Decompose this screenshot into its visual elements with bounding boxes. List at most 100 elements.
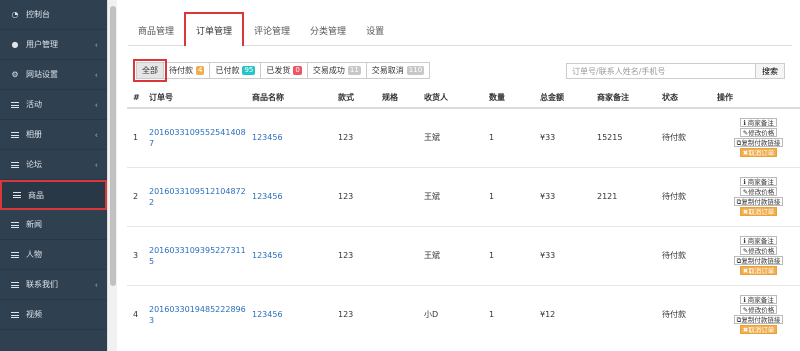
table-row: 1 2016033109552541408 7 123456 123 王斌 1 … — [127, 107, 800, 167]
sidebar-item-label: 网站设置 — [26, 70, 58, 79]
order-number-link[interactable]: 2016033109395227311 5 — [149, 245, 246, 267]
sidebar-item-video[interactable]: 视频 — [0, 300, 107, 330]
quantity-cell: 1 — [483, 166, 534, 226]
search-input[interactable] — [566, 63, 756, 79]
filter-label: 交易成功 — [312, 66, 345, 75]
dashboard-icon: ◔ — [11, 10, 19, 19]
edit-price-button[interactable]: ✎修改价格 — [739, 187, 778, 196]
order-number-link[interactable]: 2016033019485222896 3 — [149, 304, 246, 326]
row-index: 2 — [127, 166, 143, 226]
merchant-note-button[interactable]: ℹ 商家备注 — [740, 295, 777, 305]
cancel-order-button[interactable]: ✖取消订单 — [739, 266, 778, 275]
filter-paid-button[interactable]: 已付款 95 — [209, 62, 262, 79]
merchant-note-button[interactable]: ℹ 商家备注 — [740, 118, 777, 128]
column-header: 收货人 — [418, 88, 483, 109]
row-actions: ℹ 商家备注 ✎修改价格 ⧉复制付款链接 ✖取消订单 — [717, 295, 800, 335]
cogs-icon: ⚙ — [11, 70, 19, 79]
list-icon — [10, 160, 20, 170]
action-label: 复制付款链接 — [741, 139, 781, 148]
sidebar-scrollbar[interactable] — [107, 0, 117, 351]
copy-payment-link-button[interactable]: ⧉复制付款链接 — [733, 315, 784, 325]
edit-price-button[interactable]: ✎修改价格 — [739, 128, 778, 138]
merchant-note-cell — [591, 225, 656, 285]
tab-settings[interactable]: 设置 — [356, 15, 394, 45]
sidebar-item-activity[interactable]: 活动 ‹ — [0, 90, 107, 120]
list-icon — [12, 190, 22, 200]
table-row: 2 2016033109512104872 2 123456 123 王斌 1 … — [127, 166, 800, 226]
sidebar-item-label: 控制台 — [26, 10, 50, 19]
merchant-note-button[interactable]: ℹ 商家备注 — [740, 236, 777, 245]
style-cell: 123 — [332, 225, 376, 285]
sidebar-item-label: 论坛 — [26, 160, 42, 169]
cancel-order-button[interactable]: ✖取消订单 — [739, 148, 778, 158]
copy-payment-link-button[interactable]: ⧉复制付款链接 — [733, 138, 784, 148]
merchant-note-cell: 2121 — [591, 166, 656, 226]
row-actions: ℹ 商家备注 ✎修改价格 ⧉复制付款链接 ✖取消订单 — [717, 236, 800, 275]
product-name-link[interactable]: 123456 — [252, 132, 332, 143]
table-row: 4 2016033019485222896 3 123456 123 小D 1 … — [127, 284, 800, 344]
search-button[interactable]: 搜索 — [756, 63, 785, 79]
product-name-link[interactable]: 123456 — [252, 191, 332, 202]
column-header: 规格 — [376, 88, 418, 109]
count-badge: 0 — [293, 66, 302, 75]
sidebar-item-contact[interactable]: 联系我们 ‹ — [0, 270, 107, 300]
filter-shipped-button[interactable]: 已发货 0 — [260, 62, 308, 79]
tab-orders[interactable]: 订单管理 — [184, 12, 245, 46]
edit-price-button[interactable]: ✎修改价格 — [739, 305, 778, 315]
spec-cell — [376, 107, 418, 167]
filter-all-button[interactable]: 全部 — [133, 59, 167, 82]
order-number-link[interactable]: 2016033109512104872 2 — [149, 186, 246, 208]
action-label: 取消订单 — [748, 267, 775, 275]
filter-pending-payment-button[interactable]: 待付款 4 — [163, 62, 211, 79]
product-name-link[interactable]: 123456 — [252, 250, 332, 261]
list-icon — [10, 310, 20, 320]
sidebar-item-people[interactable]: 人物 — [0, 240, 107, 270]
copy-payment-link-button[interactable]: ⧉复制付款链接 — [733, 256, 784, 265]
product-name-link[interactable]: 123456 — [252, 309, 332, 320]
table-header-row: # 订单号 商品名称 款式 规格 收货人 数量 总金额 商家备注 状态 操作 — [127, 88, 800, 109]
total-cell: ¥12 — [534, 284, 591, 344]
count-badge: 110 — [406, 66, 425, 75]
style-cell: 123 — [332, 284, 376, 344]
filter-cancelled-button[interactable]: 交易取消 110 — [365, 62, 431, 79]
sidebar-item-site-settings[interactable]: ⚙ 网站设置 ‹ — [0, 60, 107, 90]
edit-price-button[interactable]: ✎修改价格 — [739, 246, 778, 255]
column-header: 数量 — [483, 88, 534, 109]
scrollbar-thumb[interactable] — [110, 6, 116, 286]
copy-payment-link-button[interactable]: ⧉复制付款链接 — [733, 197, 784, 206]
chevron-left-icon: ‹ — [94, 160, 98, 169]
action-label: 修改价格 — [748, 247, 775, 255]
cancel-order-button[interactable]: ✖取消订单 — [739, 325, 778, 335]
tab-bar: 商品管理 订单管理 评论管理 分类管理 设置 — [128, 12, 792, 46]
action-label: 取消订单 — [748, 208, 775, 216]
sidebar-item-forum[interactable]: 论坛 ‹ — [0, 150, 107, 180]
info-icon: ℹ — [743, 296, 746, 305]
column-header: 商家备注 — [591, 88, 656, 109]
tab-products[interactable]: 商品管理 — [128, 15, 184, 45]
tab-comments[interactable]: 评论管理 — [244, 15, 300, 45]
tab-categories[interactable]: 分类管理 — [300, 15, 356, 45]
filter-completed-button[interactable]: 交易成功 11 — [306, 62, 367, 79]
action-label: 修改价格 — [748, 129, 775, 138]
main-content: 商品管理 订单管理 评论管理 分类管理 设置 全部 待付款 4 已付款 95 已… — [118, 0, 800, 351]
total-cell: ¥33 — [534, 166, 591, 226]
sidebar-item-news[interactable]: 新闻 — [0, 210, 107, 240]
info-icon: ℹ — [743, 237, 746, 245]
quantity-cell: 1 — [483, 225, 534, 285]
column-header: 状态 — [656, 88, 711, 109]
sidebar-item-album[interactable]: 相册 ‹ — [0, 120, 107, 150]
status-cell: 待付款 — [656, 166, 711, 226]
merchant-note-button[interactable]: ℹ 商家备注 — [740, 177, 777, 186]
row-index: 3 — [127, 225, 143, 285]
sidebar-item-label: 新闻 — [26, 220, 42, 229]
list-icon — [10, 100, 20, 110]
cancel-order-button[interactable]: ✖取消订单 — [739, 207, 778, 216]
sidebar-item-label: 商品 — [28, 190, 44, 200]
sidebar-item-products[interactable]: 商品 — [0, 180, 107, 210]
row-actions: ℹ 商家备注 ✎修改价格 ⧉复制付款链接 ✖取消订单 — [717, 177, 800, 216]
sidebar-item-dashboard[interactable]: ◔ 控制台 — [0, 0, 107, 30]
order-number-link[interactable]: 2016033109552541408 7 — [149, 127, 246, 149]
action-label: 商家备注 — [747, 237, 774, 245]
users-icon: ● — [11, 40, 19, 49]
sidebar-item-users[interactable]: ● 用户管理 ‹ — [0, 30, 107, 60]
